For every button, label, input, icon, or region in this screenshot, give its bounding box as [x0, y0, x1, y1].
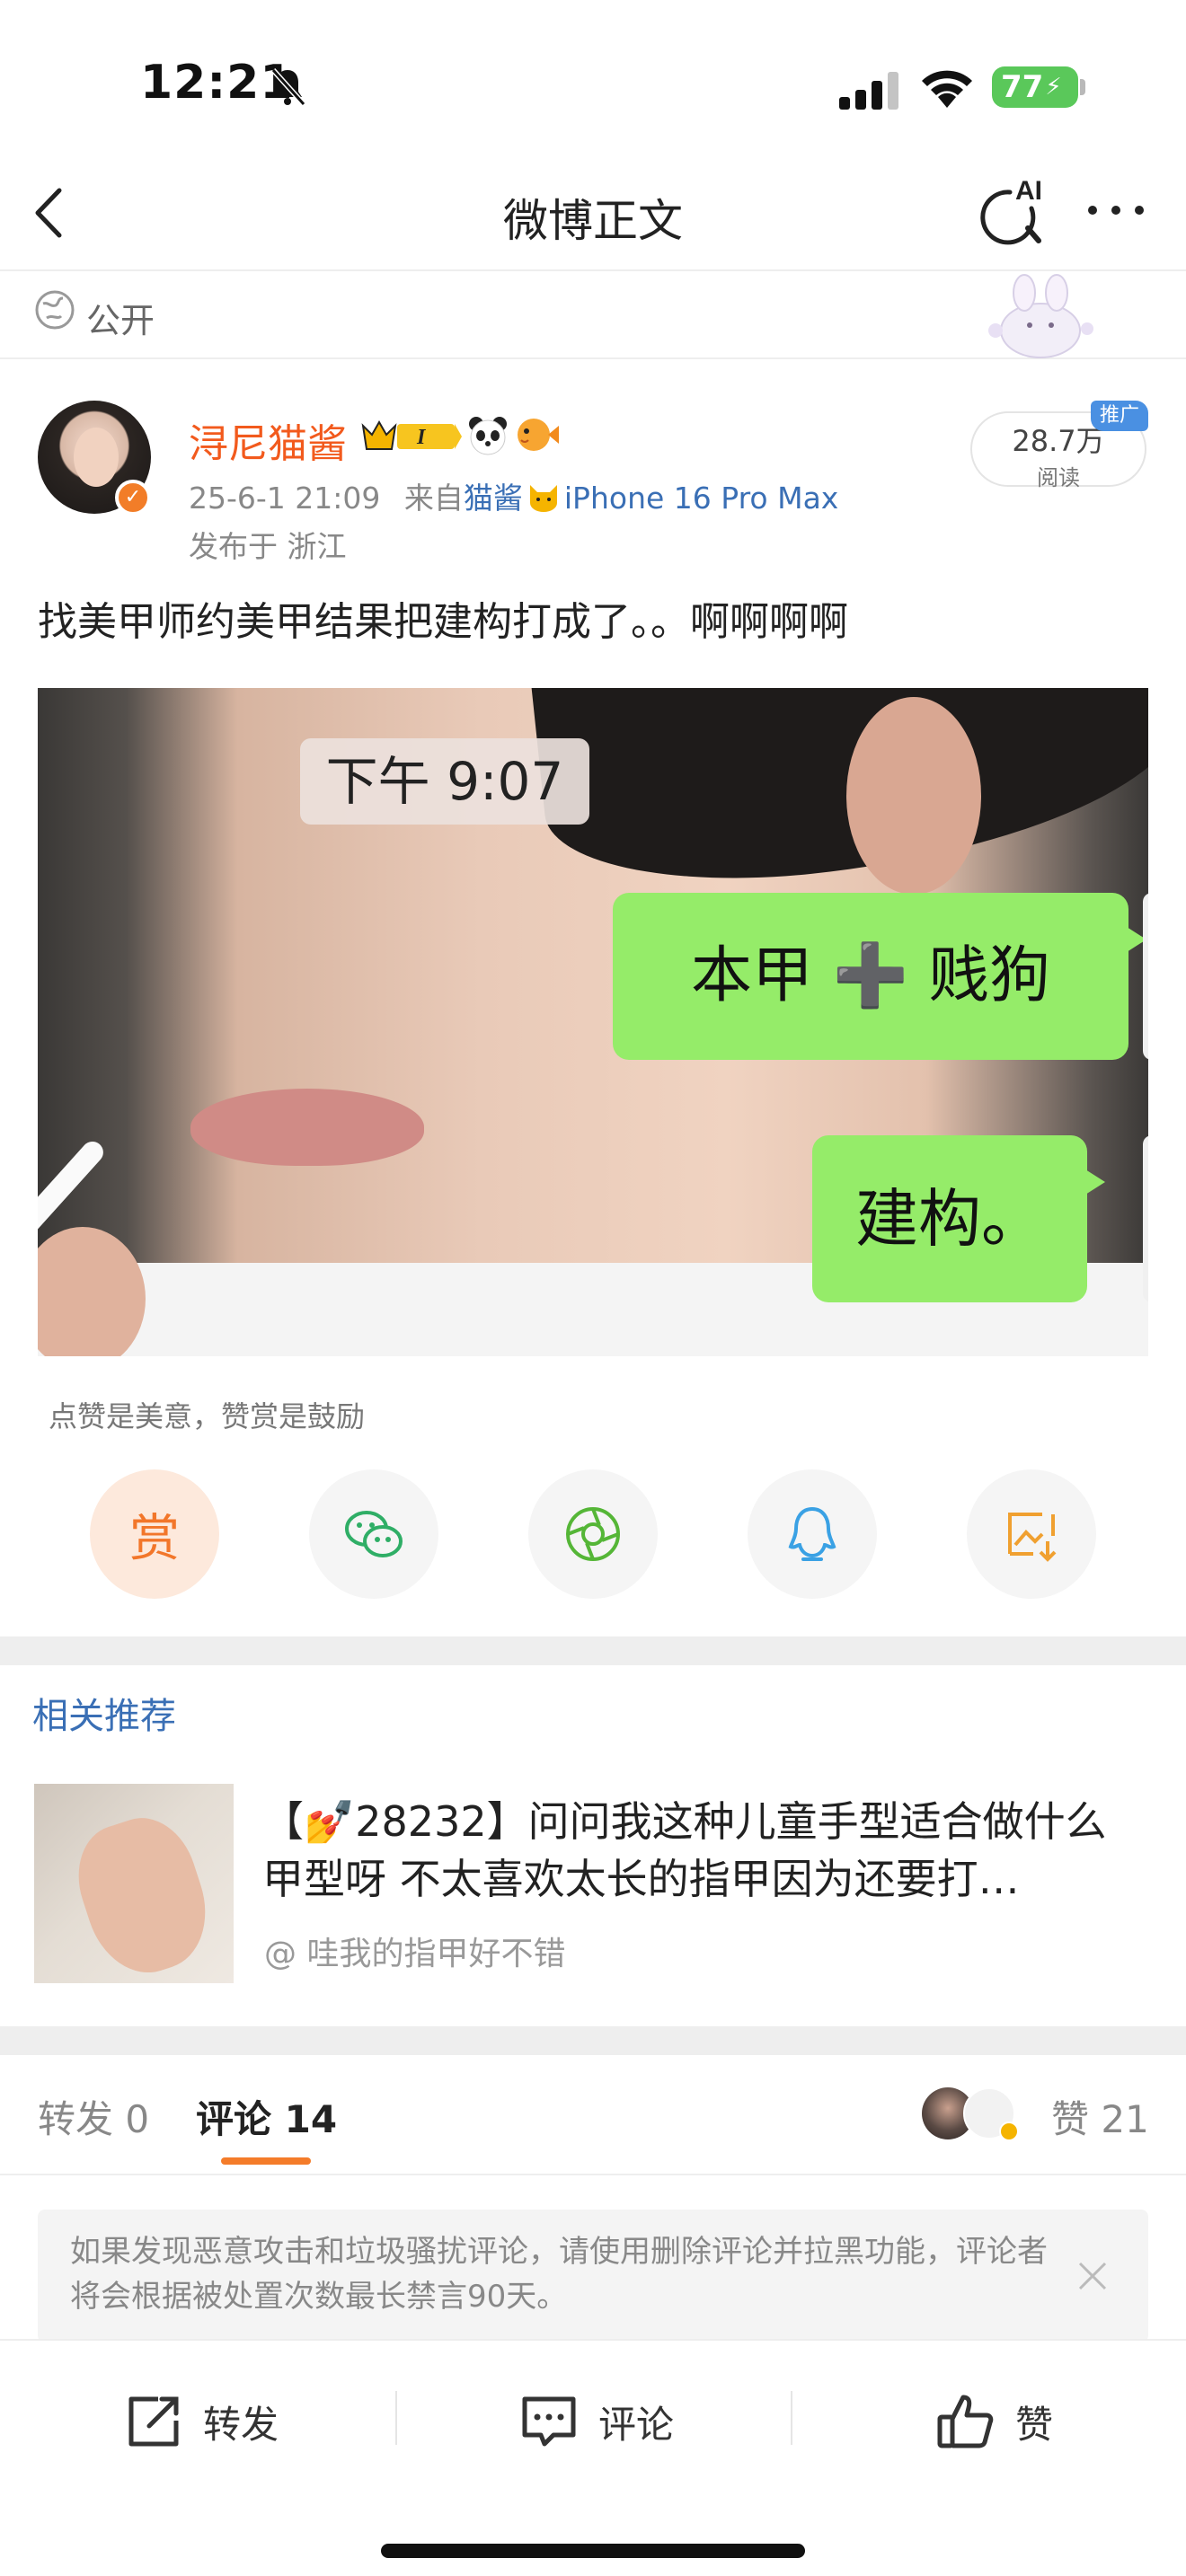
chat-time-chip: 下午 9:07 — [300, 738, 589, 825]
post-text: 找美甲师约美甲结果把建构打成了。。啊啊啊啊 — [38, 599, 848, 645]
post-timestamp: 25-6-1 21:09 — [189, 481, 381, 516]
liker-avatars[interactable] — [922, 2087, 1030, 2141]
comment-notice: 如果发现恶意攻击和垃圾骚扰评论，请使用删除评论并拉黑功能，评论者将会根据被处置次… — [38, 2210, 1148, 2342]
moments-icon — [566, 1507, 620, 1561]
tab-comment[interactable]: 评论 14 — [196, 2089, 337, 2144]
qq-icon — [788, 1506, 836, 1561]
chat-bubble-2: 建构。 — [812, 1135, 1105, 1302]
source-link[interactable]: 猫酱 — [464, 481, 523, 516]
visibility-row: 公开 — [0, 273, 1186, 359]
reward-hint: 点赞是美意，赞赏是鼓励 — [49, 1399, 366, 1434]
action-separator — [395, 2391, 397, 2445]
section-divider — [0, 2026, 1186, 2055]
comment-button[interactable]: 评论 — [518, 2389, 674, 2454]
action-separator — [791, 2391, 792, 2445]
close-icon[interactable] — [1073, 2256, 1112, 2296]
post-image[interactable]: 下午 9:07 本甲 ➕ 贱狗 建构。 — [38, 688, 1148, 1356]
related-author[interactable]: @ 哇我的指甲好不错 — [264, 1928, 565, 1974]
reward-label: 赏 — [129, 1509, 180, 1568]
signal-icon — [839, 72, 898, 110]
more-icon[interactable] — [1084, 194, 1148, 226]
like-label: 赞 — [1015, 2402, 1054, 2447]
related-title[interactable]: 【💅28232】问问我这种儿童手型适合做什么甲型呀 不太喜欢太长的指甲因为还要打… — [262, 1793, 1143, 1908]
tab-likes[interactable]: 赞 21 — [1051, 2089, 1149, 2144]
vip-crown-badge-icon[interactable]: I — [358, 415, 464, 456]
reward-button[interactable]: 赏 — [90, 1469, 219, 1599]
section-divider — [0, 1636, 1186, 1665]
related-thumbnail-hand — [63, 1805, 223, 1983]
svg-text:I: I — [416, 426, 427, 449]
bunny-sticker-icon — [988, 274, 1093, 358]
panda-icon — [469, 417, 507, 455]
save-image-button[interactable] — [967, 1469, 1096, 1599]
wechat-icon — [345, 1511, 403, 1557]
notice-text: 如果发现恶意攻击和垃圾骚扰评论，请使用删除评论并拉黑功能，评论者将会根据被处置次… — [70, 2234, 1048, 2315]
chat-bubble-1: 本甲 ➕ 贱狗 — [613, 893, 1146, 1060]
tab-repost[interactable]: 转发 0 — [38, 2089, 149, 2144]
home-indicator[interactable] — [381, 2544, 805, 2558]
read-label: 阅读 — [1037, 465, 1080, 490]
share-row: 赏 — [0, 1469, 1186, 1602]
liker-verified-icon — [999, 2122, 1019, 2141]
thumbs-up-icon — [937, 2395, 994, 2448]
verified-badge-icon: ✓ — [115, 480, 151, 516]
avatar-face — [74, 428, 119, 487]
repost-label: 转发 — [203, 2402, 279, 2447]
username[interactable]: 浔尼猫酱 — [189, 411, 347, 469]
bell-muted-icon — [270, 67, 306, 107]
repost-icon — [128, 2396, 179, 2447]
device-link[interactable]: iPhone 16 Pro Max — [564, 481, 838, 516]
image-ear — [846, 697, 981, 895]
post-meta: 25-6-1 21:09 来自猫酱 iPhone 16 Pro Max — [189, 474, 838, 517]
share-qq-button[interactable] — [748, 1469, 877, 1599]
share-wechat-button[interactable] — [309, 1469, 438, 1599]
tab-underline — [221, 2157, 311, 2165]
nav-bar: 微博正文 AI — [0, 158, 1186, 271]
share-moments-button[interactable] — [528, 1469, 658, 1599]
chat-avatar-edge — [1143, 893, 1148, 1060]
tab-bar: 转发 0 评论 14 赞 21 — [0, 2057, 1186, 2175]
comment-label: 评论 — [598, 2402, 675, 2447]
source-prefix: 来自 — [403, 481, 464, 516]
bottom-action-bar: 转发 评论 赞 — [0, 2339, 1186, 2576]
status-bar: 12:21 77 ⚡ — [0, 0, 1186, 158]
related-heading: 相关推荐 — [32, 1696, 176, 1737]
wifi-icon — [922, 70, 972, 108]
pufferfish-icon — [518, 419, 559, 451]
ai-search-icon[interactable]: AI — [976, 172, 1058, 250]
chat-avatar-edge — [1143, 1135, 1148, 1302]
visibility-label: 公开 — [86, 301, 155, 340]
save-image-icon — [1008, 1513, 1057, 1562]
battery-cap — [1080, 79, 1085, 95]
repost-button[interactable]: 转发 — [122, 2389, 279, 2454]
post-location: 发布于 浙江 — [189, 529, 347, 564]
cat-icon — [529, 485, 557, 512]
promo-tag: 推广 — [1091, 401, 1148, 431]
related-thumbnail[interactable] — [34, 1784, 234, 1983]
comment-icon — [522, 2396, 576, 2447]
svg-text:AI: AI — [1015, 176, 1042, 206]
image-lips — [190, 1089, 424, 1166]
battery-indicator: 77 ⚡ — [992, 66, 1078, 108]
globe-icon — [35, 290, 75, 330]
like-button[interactable]: 赞 — [934, 2389, 1053, 2454]
